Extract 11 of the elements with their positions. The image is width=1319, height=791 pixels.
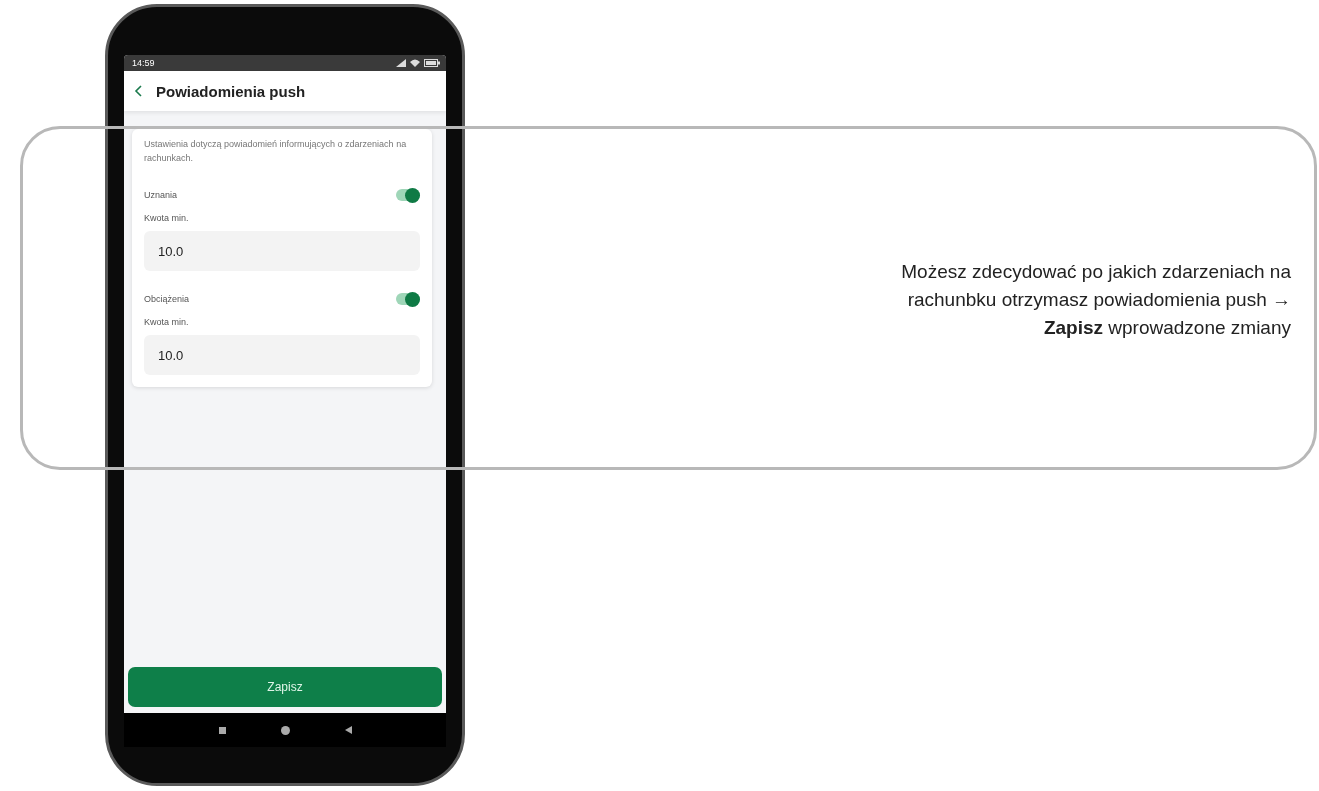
screen-title: Powiadomienia push bbox=[156, 82, 306, 100]
field-label: Kwota min. bbox=[144, 213, 190, 223]
amount-field[interactable]: 10.0 bbox=[144, 231, 420, 271]
status-time: 14:59 bbox=[132, 58, 155, 68]
callout-text: Możesz zdecydować po jakich zdarzeniach na rachunbku otrzymasz powiadomienia push → Zapisz wprowadzone zmiany bbox=[900, 260, 1291, 340]
amount-field[interactable]: 10.0 bbox=[144, 335, 420, 375]
field-label: Kwota min. bbox=[144, 317, 190, 327]
description-text: Ustawienia dotyczą powiadomień informujących o zdarzeniach na rachunkach. bbox=[144, 138, 408, 165]
setting-label: Obciążenia bbox=[144, 294, 190, 304]
setting-label: Uznania bbox=[144, 190, 178, 200]
save-button[interactable]: Zapisz bbox=[128, 667, 442, 707]
